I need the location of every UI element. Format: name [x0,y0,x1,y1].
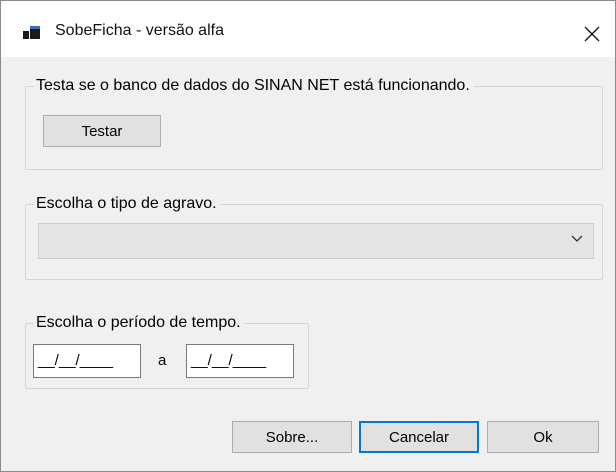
dialog-window: SobeFicha - versão alfa Testa se o banco… [0,0,616,472]
close-button[interactable] [569,11,615,57]
test-button[interactable]: Testar [43,115,161,147]
agravo-group-label: Escolha o tipo de agravo. [34,194,221,214]
app-window-icon [23,26,40,39]
period-group: Escolha o período de tempo. __/__/____ a… [25,313,309,389]
window-title: SobeFicha - versão alfa [55,22,224,39]
date-separator: a [158,352,167,369]
agravo-group: Escolha o tipo de agravo. [25,194,603,280]
test-database-group: Testa se o banco de dados do SINAN NET e… [25,76,603,170]
test-database-group-label: Testa se o banco de dados do SINAN NET e… [34,76,474,96]
period-group-label: Escolha o período de tempo. [34,313,245,333]
end-date-input[interactable]: __/__/____ [186,344,294,378]
ok-button[interactable]: Ok [487,421,599,453]
about-button[interactable]: Sobre... [232,421,352,453]
title-bar[interactable]: SobeFicha - versão alfa [1,1,615,57]
dialog-content: Testa se o banco de dados do SINAN NET e… [1,57,615,471]
chevron-down-icon [571,235,583,242]
close-icon [584,26,600,42]
cancel-button[interactable]: Cancelar [359,421,479,453]
start-date-input[interactable]: __/__/____ [33,344,141,378]
agravo-select[interactable] [38,223,594,259]
